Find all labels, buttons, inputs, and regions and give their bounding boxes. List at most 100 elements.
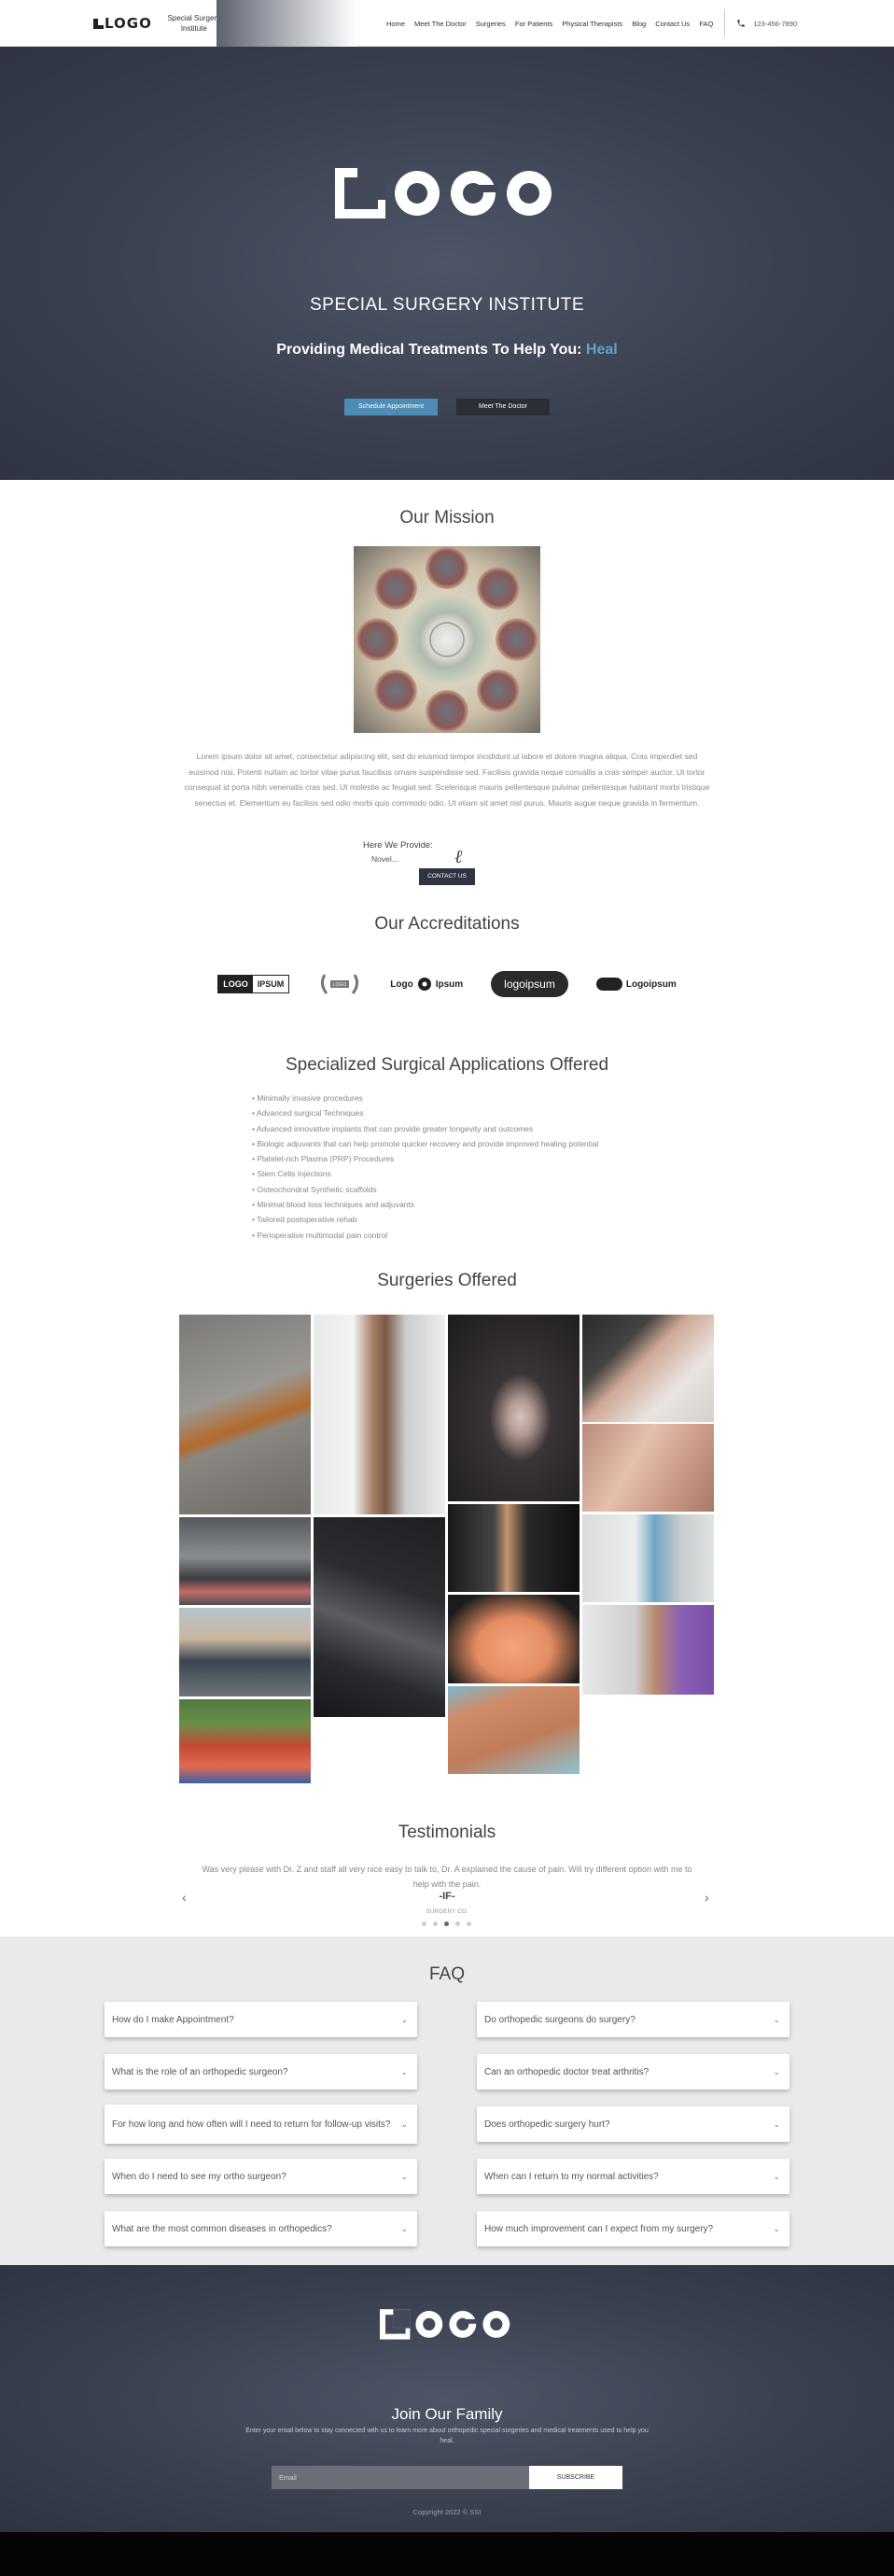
carousel-next-icon[interactable]: › (705, 1890, 709, 1905)
phone-link[interactable]: 123-456-7890 (736, 19, 797, 28)
mission-image-figure (374, 567, 417, 610)
footer-logo[interactable] (0, 2308, 894, 2342)
mission-image-figure (356, 618, 398, 661)
meet-the-doctor-button[interactable]: Meet The Doctor (456, 399, 550, 415)
faq-item[interactable]: Does orthopedic surgery hurt? ⌄ (477, 2106, 789, 2142)
mission-image-figure (426, 690, 468, 733)
carousel-dot[interactable] (467, 1921, 471, 1926)
faq-item[interactable]: Can an orthopedic doctor treat arthritis… (477, 2054, 789, 2090)
header-site-title: Special Surgery Institute (167, 14, 221, 33)
faq-question: What are the most common diseases in ort… (112, 2223, 332, 2234)
mission-image-figure (496, 618, 538, 661)
faq-question: How much improvement can I expect from m… (484, 2223, 714, 2234)
carousel-prev-icon[interactable]: ‹ (182, 1890, 187, 1905)
nav-surgeries[interactable]: Surgeries (476, 20, 506, 28)
email-field[interactable] (272, 2466, 529, 2489)
gallery-image-shoulder[interactable] (448, 1595, 580, 1683)
subscribe-button[interactable]: SUBSCRIBE (529, 2466, 622, 2489)
phone-icon (737, 20, 746, 27)
accreditation-logos: LOGO IPSUM LOGO Logo Ipsum logoipsum Log… (0, 971, 894, 997)
gallery-image-wrist[interactable] (448, 1315, 580, 1501)
accreditation-logo-5: Logoipsum (595, 976, 677, 992)
faq-item[interactable]: Do orthopedic surgeons do surgery? ⌄ (477, 2002, 789, 2037)
header-logo[interactable]: LOGO (93, 15, 152, 32)
chevron-down-icon: ⌄ (400, 2171, 408, 2181)
site-footer (0, 2265, 894, 2532)
list-item: • Minimal blood loss techniques and adju… (252, 1200, 415, 1210)
chevron-down-icon: ⌄ (773, 2119, 780, 2129)
chevron-down-icon: ⌄ (400, 2066, 408, 2076)
chevron-down-icon: ⌄ (400, 2119, 408, 2129)
faq-item[interactable]: How do I make Appointment? ⌄ (105, 2002, 417, 2037)
nav-divider (724, 9, 726, 37)
faq-item[interactable]: When do I need to see my ortho surgeon? ⌄ (105, 2159, 417, 2194)
phone-number: 123-456-7890 (753, 19, 798, 28)
gallery-image-massage[interactable] (448, 1686, 580, 1774)
mission-body: Lorem ipsum dolor sit amet, consectetur … (184, 752, 710, 808)
nav-for-patients[interactable]: For Patients (515, 20, 552, 28)
gallery-image-ankle-pain[interactable] (179, 1608, 311, 1696)
mission-image-hub (419, 612, 475, 668)
gallery-image-knee-gloves[interactable] (582, 1315, 714, 1422)
surgeries-title: Surgeries Offered (377, 1271, 517, 1290)
chevron-down-icon: ⌄ (400, 2223, 408, 2233)
gallery-image-fitness-woman[interactable] (448, 1504, 580, 1592)
chevron-down-icon: ⌄ (773, 2066, 780, 2076)
list-item: • Osteochondral Synthetic scaffolds (252, 1184, 377, 1194)
faq-item[interactable]: What are the most common diseases in ort… (105, 2211, 417, 2246)
list-item: • Minimally invasive procedures (252, 1093, 363, 1103)
hero-title: SPECIAL SURGERY INSTITUTE (309, 295, 585, 315)
gallery-image-hand-therapy[interactable] (582, 1424, 714, 1512)
svg-text:LOGO: LOGO (333, 982, 347, 988)
carousel-dot[interactable] (433, 1921, 438, 1926)
gallery-image-runner-legs[interactable] (179, 1315, 311, 1514)
acc3-text-b: Ipsum (435, 978, 464, 990)
gallery-image-stretching-track[interactable] (179, 1699, 311, 1783)
nav-physical-therapists[interactable]: Physical Therapists (562, 20, 622, 28)
chevron-down-icon: ⌄ (773, 2223, 780, 2233)
carousel-dot-active[interactable] (444, 1921, 449, 1926)
header-brand[interactable]: LOGO Special Surgery Institute (93, 0, 223, 47)
testimonial-role: SURGERY CO. (426, 1908, 468, 1915)
list-item: • Advanced innovative implants that can … (252, 1123, 534, 1133)
nav-blog[interactable]: Blog (632, 20, 646, 28)
faq-item[interactable]: What is the role of an orthopedic surgeo… (105, 2054, 417, 2090)
list-item: • Perioperative multimodal pain control (252, 1230, 388, 1240)
hero-subtitle-text: Providing Medical Treatments To Help You… (276, 342, 582, 358)
contact-us-button[interactable]: CONTACT US (419, 868, 475, 885)
nav-home[interactable]: Home (386, 20, 405, 28)
header-gradient (217, 0, 356, 47)
faq-item[interactable]: For how long and how often will I need t… (105, 2104, 417, 2144)
header-logo-text: LOGO (105, 15, 152, 32)
schedule-appointment-button[interactable]: Schedule Appointment (344, 399, 438, 415)
faq-item[interactable]: How much improvement can I expect from m… (477, 2211, 789, 2246)
gallery-image-ankle-device[interactable] (582, 1514, 714, 1602)
gallery-image-stairs-runner[interactable] (179, 1517, 311, 1605)
specialized-title: Specialized Surgical Applications Offere… (285, 1055, 609, 1075)
carousel-dot[interactable] (455, 1921, 460, 1926)
accreditation-logo-2: LOGO (317, 971, 362, 997)
carousel-dot[interactable] (422, 1921, 426, 1926)
nav-faq[interactable]: FAQ (699, 20, 713, 28)
join-text: Enter your email below to stay connected… (245, 2428, 649, 2444)
nav-contact-us[interactable]: Contact Us (655, 20, 690, 28)
gallery-image-back-pain[interactable] (314, 1315, 445, 1514)
list-item: • Advanced surgical Techniques (252, 1108, 364, 1119)
acc4-text: logoipsum (504, 978, 555, 991)
gallery-image-knee-physio[interactable] (314, 1517, 445, 1717)
nav-meet-the-doctor[interactable]: Meet The Doctor (414, 20, 467, 28)
mission-image (354, 546, 540, 733)
testimonial-quote: Was very please with Dr. Z and staff all… (202, 1865, 692, 1889)
specialized-list: • Minimally invasive procedures • Advanc… (252, 1091, 599, 1243)
chevron-down-icon: ⌄ (400, 2014, 408, 2024)
footer-logo-graphic (380, 2309, 510, 2340)
faq-item[interactable]: When can I return to my normal activitie… (477, 2159, 789, 2194)
bottom-bar (0, 2532, 894, 2576)
signature-mark: ℓ (454, 845, 463, 867)
hero-subtitle: Providing Medical Treatments To Help You… (0, 342, 894, 359)
hero-logo (0, 166, 894, 222)
gallery-image-elbow[interactable] (582, 1605, 714, 1695)
faq-title: FAQ (428, 1964, 465, 1984)
faq-question: When do I need to see my ortho surgeon? (112, 2171, 286, 2182)
carousel-dots (422, 1921, 471, 1926)
